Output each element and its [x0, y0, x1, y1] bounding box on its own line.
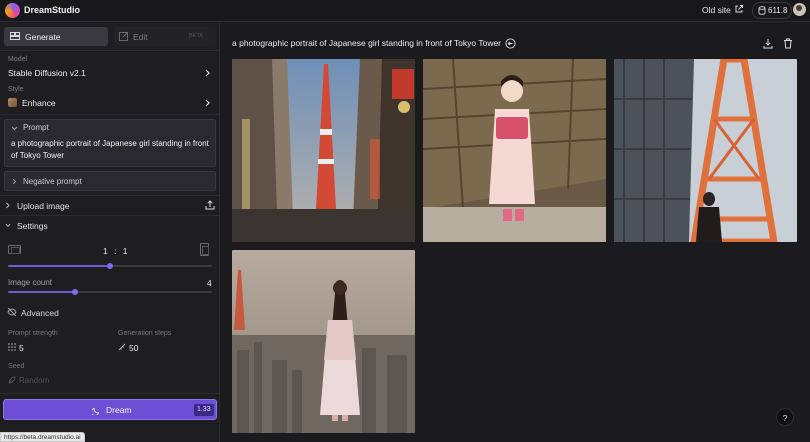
- generated-image[interactable]: [614, 59, 797, 242]
- divider: [0, 114, 219, 115]
- prompt-strength-value[interactable]: 5: [19, 343, 24, 353]
- aspect-ratio-value: 1 : 1: [103, 246, 130, 256]
- aspect-ratio-slider-thumb[interactable]: [107, 263, 113, 269]
- dream-button-label: Dream: [106, 405, 132, 415]
- advanced-toggle-icon[interactable]: [7, 307, 17, 317]
- seed-input[interactable]: Random: [19, 376, 49, 385]
- generated-image[interactable]: [423, 59, 606, 242]
- image-count-slider[interactable]: [8, 289, 212, 295]
- help-label: ?: [782, 413, 788, 423]
- chevron-down-icon[interactable]: [11, 126, 18, 131]
- chevron-down-icon[interactable]: [5, 222, 11, 229]
- grid-dots-icon: [8, 343, 16, 351]
- prompt-title: Prompt: [23, 123, 49, 132]
- tab-edit[interactable]: Edit BETA: [113, 27, 216, 46]
- status-url: https://beta.dreamstudio.ai: [0, 432, 85, 442]
- sidebar: Generate Edit BETA Model Stable Diffusio…: [0, 23, 220, 442]
- chevron-right-icon: [12, 178, 17, 185]
- help-button[interactable]: ?: [776, 408, 794, 426]
- divider: [0, 195, 219, 196]
- generation-steps-value[interactable]: 50: [129, 343, 138, 353]
- chevron-right-icon[interactable]: [205, 99, 211, 107]
- dreamstudio-logo-icon[interactable]: [5, 3, 20, 18]
- chevron-right-icon: [6, 202, 10, 209]
- style-label: Style: [8, 86, 24, 93]
- settings-title[interactable]: Settings: [17, 221, 48, 231]
- old-site-link[interactable]: Old site: [702, 5, 731, 15]
- tab-generate[interactable]: Generate: [4, 27, 108, 46]
- edit-icon: [119, 31, 129, 41]
- tab-edit-label: Edit: [133, 32, 148, 42]
- negative-prompt-title: Negative prompt: [23, 177, 82, 186]
- dream-button[interactable]: Dream 1.33: [3, 399, 217, 420]
- image-count-slider-fill: [8, 291, 76, 293]
- seed-label: Seed: [8, 363, 25, 370]
- seed-icon: [8, 376, 16, 384]
- style-thumbnail: [8, 98, 17, 107]
- generated-image[interactable]: [232, 250, 415, 433]
- trash-icon[interactable]: [783, 38, 793, 49]
- divider: [0, 215, 219, 216]
- divider: [0, 50, 219, 51]
- image-count-slider-thumb[interactable]: [72, 289, 79, 295]
- image-count-value: 4: [207, 278, 212, 288]
- beta-badge: BETA: [189, 33, 203, 39]
- advanced-title[interactable]: Advanced: [21, 308, 59, 318]
- prompt-panel[interactable]: Prompt a photographic portrait of Japane…: [4, 119, 216, 167]
- image-count-label: Image count: [8, 278, 53, 287]
- generated-image[interactable]: [232, 59, 415, 242]
- model-label: Model: [8, 56, 28, 63]
- aspect-ratio-slider-fill: [8, 265, 110, 267]
- generate-icon: [10, 32, 20, 40]
- chevron-right-icon[interactable]: [205, 69, 211, 77]
- credits-badge[interactable]: 611.8: [752, 2, 792, 19]
- user-avatar[interactable]: [793, 3, 806, 16]
- reuse-prompt-icon[interactable]: [505, 38, 516, 49]
- generation-steps-label: Generation steps: [118, 330, 172, 337]
- divider: [0, 393, 219, 394]
- app-brand[interactable]: DreamStudio: [24, 5, 80, 15]
- upload-icon[interactable]: [205, 200, 215, 210]
- negative-prompt-panel[interactable]: Negative prompt: [4, 171, 216, 191]
- top-bar: DreamStudio Old site 611.8: [0, 0, 810, 22]
- prompt-strength-label: Prompt strength: [8, 330, 58, 337]
- style-select[interactable]: Enhance: [22, 98, 56, 108]
- download-icon[interactable]: [763, 38, 773, 49]
- external-link-icon[interactable]: [734, 4, 744, 14]
- moon-icon: [92, 407, 100, 415]
- dream-cost-badge: 1.33: [194, 404, 214, 416]
- result-prompt-title: a photographic portrait of Japanese girl…: [232, 38, 502, 48]
- model-select[interactable]: Stable Diffusion v2.1: [8, 68, 86, 78]
- upload-image-button[interactable]: Upload image: [17, 201, 69, 211]
- credits-value: 611.8: [768, 6, 788, 15]
- tab-generate-label: Generate: [25, 32, 61, 42]
- landscape-ratio-icon[interactable]: [8, 245, 21, 254]
- steps-icon: [118, 343, 126, 351]
- aspect-ratio-slider[interactable]: [8, 263, 212, 269]
- prompt-textarea[interactable]: a photographic portrait of Japanese girl…: [11, 138, 211, 162]
- coins-icon: [758, 6, 766, 15]
- portrait-ratio-icon[interactable]: [200, 243, 209, 256]
